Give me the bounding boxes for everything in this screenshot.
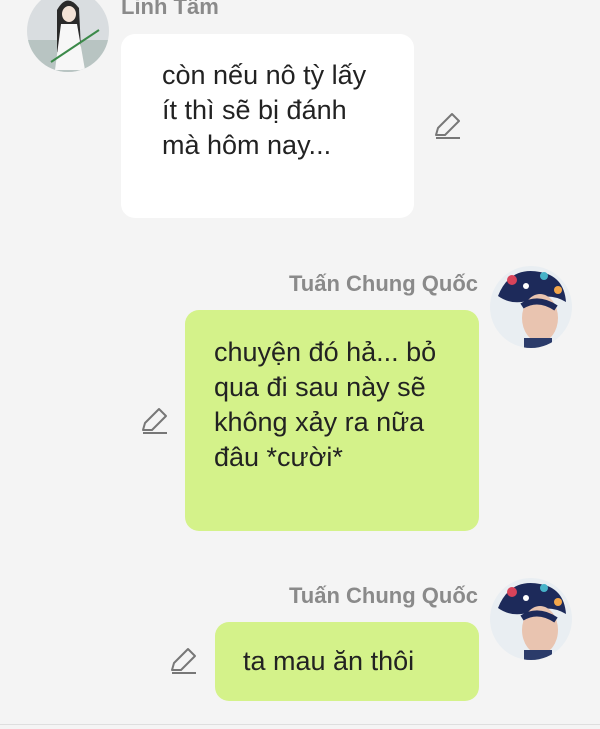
- message-bubble[interactable]: chuyện đó hả... bỏ qua đi sau này sẽ khô…: [185, 310, 479, 531]
- pencil-icon[interactable]: [168, 646, 198, 676]
- message-bubble[interactable]: còn nếu nô tỳ lấy ít thì sẽ bị đánh mà h…: [121, 34, 414, 218]
- sender-avatar-tuan-chung-quoc[interactable]: [490, 266, 572, 348]
- sender-avatar-linh-tam[interactable]: [27, 0, 109, 72]
- pencil-icon[interactable]: [432, 111, 462, 141]
- man-portrait-avatar-icon: [490, 578, 572, 660]
- message-text: chuyện đó hả... bỏ qua đi sau này sẽ khô…: [214, 337, 437, 472]
- pencil-icon[interactable]: [139, 406, 169, 436]
- woman-portrait-avatar-icon: [27, 0, 109, 72]
- man-portrait-avatar-icon: [490, 266, 572, 348]
- message-text: ta mau ăn thôi: [243, 646, 415, 676]
- divider: [0, 724, 600, 725]
- sender-name: Linh Tâm: [121, 0, 219, 19]
- message-bubble[interactable]: ta mau ăn thôi: [215, 622, 479, 701]
- message-text: còn nếu nô tỳ lấy ít thì sẽ bị đánh mà h…: [162, 60, 367, 160]
- sender-avatar-tuan-chung-quoc[interactable]: [490, 578, 572, 660]
- sender-name: Tuấn Chung Quốc: [288, 583, 478, 608]
- sender-name: Tuấn Chung Quốc: [288, 271, 478, 296]
